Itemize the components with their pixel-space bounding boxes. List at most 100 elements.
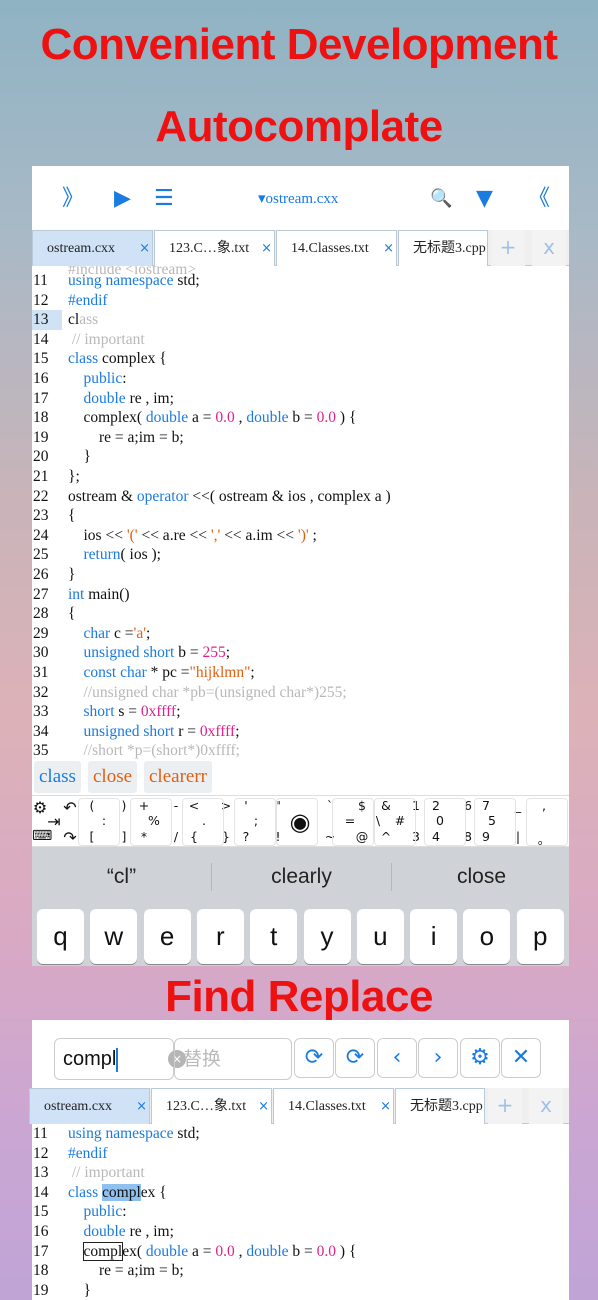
- line-number: 19: [33, 1281, 49, 1299]
- code-text: //short *p=(short*)0xffff;: [68, 742, 240, 759]
- headline-autocomplete: Autocomplate: [155, 102, 443, 151]
- previous-match-button[interactable]: ‹: [377, 1038, 417, 1078]
- code-text: re = a;im = b;: [68, 1262, 184, 1280]
- add-tab-button[interactable]: +: [491, 230, 525, 266]
- key-y[interactable]: y: [303, 909, 351, 964]
- code-line: 13 class: [32, 310, 569, 330]
- tab-123[interactable]: 123.C…象.txt ×: [154, 230, 275, 266]
- key-t[interactable]: t: [250, 909, 298, 964]
- line-number: 34: [33, 722, 49, 740]
- tab-untitled[interactable]: 无标题3.cpp: [398, 230, 488, 266]
- code-line: 15 public:: [32, 1202, 569, 1222]
- outline-list-icon[interactable]: ☰: [154, 184, 174, 214]
- find-input[interactable]: compl ×: [54, 1038, 186, 1080]
- close-tab-icon[interactable]: ×: [383, 231, 394, 266]
- code-line: 35 //short *p=(short*)0xffff;: [32, 741, 569, 759]
- replace-button[interactable]: ⟳: [294, 1038, 334, 1078]
- find-panel: compl × 替换 ⟳ ⟳ ‹ › ⚙ ✕ ostream.cxx × 123.C…: [29, 1020, 569, 1300]
- expand-icon[interactable]: 》: [62, 184, 84, 214]
- autocomplete-item[interactable]: class: [34, 761, 81, 793]
- close-tab-icon[interactable]: ×: [261, 231, 272, 266]
- replace-input[interactable]: 替换: [174, 1038, 292, 1080]
- collapse-icon[interactable]: 《: [528, 184, 550, 214]
- tab-123[interactable]: 123.C…象.txt ×: [151, 1088, 272, 1124]
- code-text: ios << '(' << a.re << ',' << a.im << ')'…: [68, 526, 317, 544]
- code-text: unsigned short r = 0xffff;: [83, 722, 240, 740]
- tab-ostream[interactable]: ostream.cxx ×: [29, 1088, 150, 1124]
- line-number: 16: [33, 1223, 49, 1240]
- code-line: 12 #endif: [32, 1144, 569, 1164]
- key-r[interactable]: r: [196, 909, 244, 964]
- replace-all-button[interactable]: ⟳: [335, 1038, 375, 1078]
- keyboard-icon[interactable]: ⌨: [32, 828, 52, 844]
- line-number: 16: [33, 370, 49, 387]
- code-editor-find[interactable]: 11 using namespace std; 12 #endif 13 // impo…: [32, 1124, 569, 1300]
- tab-ostream[interactable]: ostream.cxx ×: [32, 230, 153, 266]
- run-icon[interactable]: ▶: [114, 184, 131, 214]
- key-o[interactable]: o: [463, 909, 511, 964]
- line-number: 20: [33, 448, 49, 466]
- search-icon[interactable]: 🔍: [430, 184, 452, 214]
- tab-classes[interactable]: 14.Classes.txt ×: [276, 230, 397, 266]
- line-number: 18: [33, 409, 49, 427]
- close-find-button[interactable]: ✕: [501, 1038, 541, 1078]
- prediction-item[interactable]: clearly: [212, 847, 391, 907]
- file-name-dropdown[interactable]: ▾ostream.cxx: [258, 188, 338, 210]
- symbol-key-frame: [234, 798, 276, 846]
- symbol-key-frame: [276, 798, 318, 846]
- prediction-item[interactable]: close: [392, 847, 571, 907]
- code-line: 18 complex( double a = 0.0 , double b = …: [32, 408, 569, 428]
- line-number: 13: [32, 310, 62, 330]
- line-number: 12: [33, 291, 49, 309]
- close-tab-icon[interactable]: ×: [258, 1089, 269, 1124]
- tab-untitled[interactable]: 无标题3.cpp: [395, 1088, 485, 1124]
- line-number: 22: [33, 487, 49, 505]
- code-text: short s = 0xffff;: [83, 703, 181, 721]
- tab-classes[interactable]: 14.Classes.txt ×: [273, 1088, 394, 1124]
- code-line: 16 double re , im;: [32, 1222, 569, 1242]
- code-text: }: [68, 448, 91, 466]
- find-settings-button[interactable]: ⚙: [460, 1038, 500, 1078]
- undo-icon[interactable]: ↶: [62, 798, 78, 817]
- line-number: 21: [33, 468, 49, 485]
- add-tab-button[interactable]: +: [488, 1088, 522, 1124]
- code-line: 20 }: [32, 447, 569, 467]
- code-line: 19 }: [32, 1281, 569, 1300]
- key-w[interactable]: w: [90, 909, 138, 964]
- code-line: 11 using namespace std;: [32, 1124, 569, 1144]
- code-line: 12 #endif: [32, 291, 569, 311]
- code-line: 24 ios << '(' << a.re << ',' << a.im << …: [32, 526, 569, 546]
- line-number: 17: [33, 389, 49, 407]
- close-all-tabs-button[interactable]: x: [529, 1088, 563, 1124]
- line-number: 11: [33, 1125, 48, 1142]
- line-number: 15: [33, 1203, 49, 1221]
- next-match-button[interactable]: ›: [418, 1038, 458, 1078]
- code-line: 19 re = a;im = b;: [32, 428, 569, 448]
- line-number: 30: [33, 644, 49, 662]
- code-line: 29 char c ='a';: [32, 624, 569, 644]
- prediction-item[interactable]: “cl”: [32, 847, 211, 907]
- close-tab-icon[interactable]: ×: [139, 231, 150, 266]
- code-text: unsigned short b = 255;: [83, 644, 231, 662]
- close-all-tabs-button[interactable]: x: [532, 230, 566, 266]
- code-text: class: [68, 311, 99, 329]
- autocomplete-item[interactable]: clearerr: [144, 761, 212, 793]
- key-i[interactable]: i: [410, 909, 458, 964]
- redo-icon[interactable]: ↷: [62, 828, 78, 847]
- key-u[interactable]: u: [356, 909, 404, 964]
- code-line: 21};: [32, 467, 569, 487]
- code-editor[interactable]: #include <iostream> 11 using namespace std…: [32, 266, 569, 759]
- key-q[interactable]: q: [37, 909, 84, 964]
- tab-bar: ostream.cxx × 123.C…象.txt × 14.Classes.txt…: [29, 1088, 569, 1124]
- code-line: 18 re = a;im = b;: [32, 1261, 569, 1281]
- close-tab-icon[interactable]: ×: [380, 1089, 391, 1124]
- down-arrow-icon[interactable]: ▼: [476, 184, 493, 214]
- autocomplete-item[interactable]: close: [88, 761, 138, 793]
- line-number: 28: [33, 605, 49, 623]
- key-p[interactable]: p: [516, 909, 564, 964]
- code-text: }: [68, 566, 76, 583]
- key-e[interactable]: e: [143, 909, 191, 964]
- close-tab-icon[interactable]: ×: [136, 1089, 147, 1124]
- line-number: 13: [33, 1164, 49, 1182]
- code-line: 30 unsigned short b = 255;: [32, 643, 569, 663]
